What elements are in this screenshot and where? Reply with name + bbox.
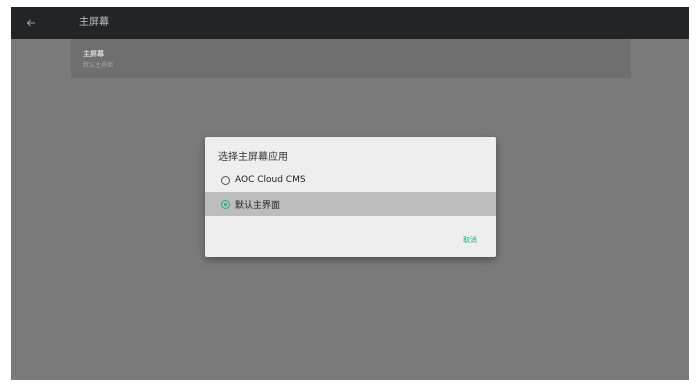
option-label: AOC Cloud CMS bbox=[235, 175, 306, 185]
option-aoc-cloud-cms[interactable]: AOC Cloud CMS bbox=[205, 168, 496, 192]
cancel-button[interactable]: 取消 bbox=[461, 233, 479, 247]
option-label: 默认主界面 bbox=[235, 200, 281, 211]
choose-home-app-dialog: 选择主屏幕应用 AOC Cloud CMS 默认主界面 取消 bbox=[205, 137, 496, 257]
dialog-title: 选择主屏幕应用 bbox=[218, 152, 288, 163]
option-default-launcher[interactable]: 默认主界面 bbox=[205, 192, 496, 216]
radio-checked-icon[interactable] bbox=[221, 199, 230, 209]
preference-title: 主屏幕 bbox=[83, 50, 104, 58]
screen: 主屏幕 主屏幕 默认主界面 选择主屏幕应用 AOC Cloud CMS 默认主界… bbox=[11, 7, 689, 380]
home-screen-preference[interactable]: 主屏幕 默认主界面 bbox=[71, 39, 631, 78]
back-button[interactable] bbox=[21, 13, 41, 33]
app-bar: 主屏幕 bbox=[11, 7, 689, 39]
page-title: 主屏幕 bbox=[79, 17, 109, 28]
radio-unchecked-icon[interactable] bbox=[221, 175, 230, 185]
preference-summary: 默认主界面 bbox=[83, 62, 114, 69]
arrow-left-icon bbox=[26, 19, 35, 27]
